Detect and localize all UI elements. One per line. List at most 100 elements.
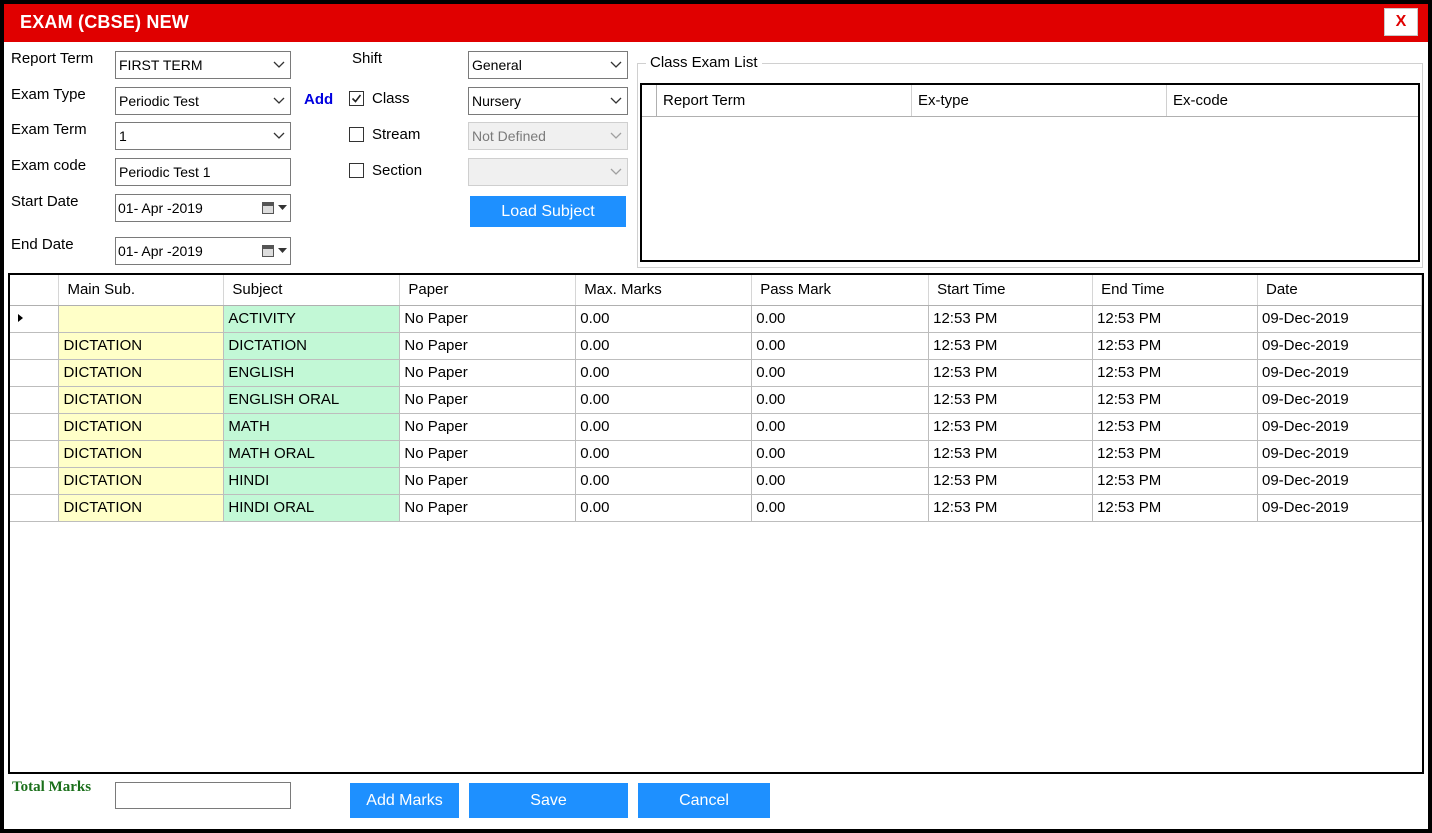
table-row[interactable]: DICTATION MATH No Paper 0.00 0.00 12:53 PM 12:… — [10, 413, 1422, 441]
max-marks-cell[interactable]: 0.00 — [575, 305, 753, 333]
exam-type-select[interactable]: Periodic Test — [115, 87, 291, 115]
row-header-cell[interactable] — [10, 413, 60, 441]
max-marks-cell[interactable]: 0.00 — [575, 467, 753, 495]
class-exam-list-grid[interactable]: Report Term Ex-type Ex-code — [640, 83, 1420, 262]
column-header-subject[interactable]: Subject — [223, 275, 401, 306]
end-time-cell[interactable]: 12:53 PM — [1092, 494, 1258, 522]
main-sub-cell[interactable] — [58, 305, 225, 333]
main-sub-cell[interactable]: DICTATION — [58, 386, 225, 414]
exam-code-input[interactable]: Periodic Test 1 — [115, 158, 291, 186]
column-header-end-time[interactable]: End Time — [1092, 275, 1258, 306]
start-time-cell[interactable]: 12:53 PM — [928, 413, 1094, 441]
max-marks-cell[interactable]: 0.00 — [575, 440, 753, 468]
max-marks-cell[interactable]: 0.00 — [575, 332, 753, 360]
paper-cell[interactable]: No Paper — [399, 467, 577, 495]
start-time-cell[interactable]: 12:53 PM — [928, 494, 1094, 522]
table-row[interactable]: ACTIVITY No Paper 0.00 0.00 12:53 PM 12:53 PM… — [10, 305, 1422, 333]
subject-cell[interactable]: ENGLISH — [223, 359, 401, 387]
chevron-down-icon[interactable] — [272, 52, 286, 78]
main-sub-cell[interactable]: DICTATION — [58, 467, 225, 495]
date-cell[interactable]: 09-Dec-2019 — [1257, 494, 1422, 522]
column-header-report-term[interactable]: Report Term — [657, 85, 912, 116]
start-time-cell[interactable]: 12:53 PM — [928, 359, 1094, 387]
section-checkbox[interactable] — [349, 163, 364, 178]
main-sub-cell[interactable]: DICTATION — [58, 494, 225, 522]
end-time-cell[interactable]: 12:53 PM — [1092, 413, 1258, 441]
subject-cell[interactable]: MATH — [223, 413, 401, 441]
class-label[interactable]: Class — [372, 90, 410, 107]
start-time-cell[interactable]: 12:53 PM — [928, 332, 1094, 360]
paper-cell[interactable]: No Paper — [399, 440, 577, 468]
pass-mark-cell[interactable]: 0.00 — [751, 467, 930, 495]
exam-term-select[interactable]: 1 — [115, 122, 291, 150]
row-header-cell[interactable] — [10, 332, 60, 360]
pass-mark-cell[interactable]: 0.00 — [751, 359, 930, 387]
pass-mark-cell[interactable]: 0.00 — [751, 332, 930, 360]
subject-cell[interactable]: ACTIVITY — [223, 305, 401, 333]
main-sub-cell[interactable]: DICTATION — [58, 332, 225, 360]
close-icon[interactable]: X — [1396, 13, 1407, 31]
close-button[interactable]: X — [1384, 8, 1418, 36]
calendar-icon[interactable] — [262, 245, 274, 257]
start-time-cell[interactable]: 12:53 PM — [928, 440, 1094, 468]
end-time-cell[interactable]: 12:53 PM — [1092, 359, 1258, 387]
chevron-down-icon[interactable] — [276, 238, 288, 264]
end-time-cell[interactable]: 12:53 PM — [1092, 440, 1258, 468]
subject-cell[interactable]: DICTATION — [223, 332, 401, 360]
calendar-icon[interactable] — [262, 202, 274, 214]
end-time-cell[interactable]: 12:53 PM — [1092, 332, 1258, 360]
main-sub-cell[interactable]: DICTATION — [58, 413, 225, 441]
date-cell[interactable]: 09-Dec-2019 — [1257, 386, 1422, 414]
end-time-cell[interactable]: 12:53 PM — [1092, 305, 1258, 333]
column-header-paper[interactable]: Paper — [399, 275, 577, 306]
column-header-main-sub[interactable]: Main Sub. — [58, 275, 225, 306]
column-header-pass-mark[interactable]: Pass Mark — [751, 275, 930, 306]
chevron-down-icon[interactable] — [609, 88, 623, 114]
column-header-date[interactable]: Date — [1257, 275, 1422, 306]
table-row[interactable]: DICTATION HINDI No Paper 0.00 0.00 12:53 PM 12… — [10, 467, 1422, 495]
shift-select[interactable]: General — [468, 51, 628, 79]
row-header-cell[interactable] — [10, 467, 60, 495]
date-cell[interactable]: 09-Dec-2019 — [1257, 467, 1422, 495]
main-sub-cell[interactable]: DICTATION — [58, 440, 225, 468]
row-header-cell[interactable] — [10, 494, 60, 522]
main-sub-cell[interactable]: DICTATION — [58, 359, 225, 387]
column-header-start-time[interactable]: Start Time — [928, 275, 1094, 306]
max-marks-cell[interactable]: 0.00 — [575, 494, 753, 522]
subject-cell[interactable]: MATH ORAL — [223, 440, 401, 468]
table-row[interactable]: DICTATION DICTATION No Paper 0.00 0.00 12:53 … — [10, 332, 1422, 360]
class-checkbox[interactable] — [349, 91, 364, 106]
subjects-grid[interactable]: Main Sub. Subject Paper Max. Marks Pass … — [8, 273, 1424, 774]
column-header-ex-type[interactable]: Ex-type — [912, 85, 1167, 116]
table-row[interactable]: DICTATION MATH ORAL No Paper 0.00 0.00 12:53 … — [10, 440, 1422, 468]
paper-cell[interactable]: No Paper — [399, 359, 577, 387]
report-term-select[interactable]: FIRST TERM — [115, 51, 291, 79]
subject-cell[interactable]: ENGLISH ORAL — [223, 386, 401, 414]
end-time-cell[interactable]: 12:53 PM — [1092, 386, 1258, 414]
table-row[interactable]: DICTATION ENGLISH ORAL No Paper 0.00 0.00 12:… — [10, 386, 1422, 414]
stream-checkbox[interactable] — [349, 127, 364, 142]
subject-cell[interactable]: HINDI — [223, 467, 401, 495]
paper-cell[interactable]: No Paper — [399, 332, 577, 360]
end-date-picker[interactable]: 01- Apr -2019 — [115, 237, 291, 265]
row-header-cell[interactable] — [10, 359, 60, 387]
add-marks-button[interactable]: Add Marks — [350, 783, 459, 818]
load-subject-button[interactable]: Load Subject — [470, 196, 626, 227]
save-button[interactable]: Save — [469, 783, 628, 818]
date-cell[interactable]: 09-Dec-2019 — [1257, 359, 1422, 387]
pass-mark-cell[interactable]: 0.00 — [751, 413, 930, 441]
start-time-cell[interactable]: 12:53 PM — [928, 386, 1094, 414]
paper-cell[interactable]: No Paper — [399, 305, 577, 333]
cancel-button[interactable]: Cancel — [638, 783, 770, 818]
max-marks-cell[interactable]: 0.00 — [575, 413, 753, 441]
paper-cell[interactable]: No Paper — [399, 413, 577, 441]
date-cell[interactable]: 09-Dec-2019 — [1257, 413, 1422, 441]
row-header-cell[interactable] — [10, 386, 60, 414]
paper-cell[interactable]: No Paper — [399, 494, 577, 522]
add-exam-type-link[interactable]: Add — [304, 91, 333, 108]
row-header-cell[interactable] — [10, 305, 60, 333]
subject-cell[interactable]: HINDI ORAL — [223, 494, 401, 522]
pass-mark-cell[interactable]: 0.00 — [751, 494, 930, 522]
chevron-down-icon[interactable] — [609, 52, 623, 78]
chevron-down-icon[interactable] — [272, 88, 286, 114]
